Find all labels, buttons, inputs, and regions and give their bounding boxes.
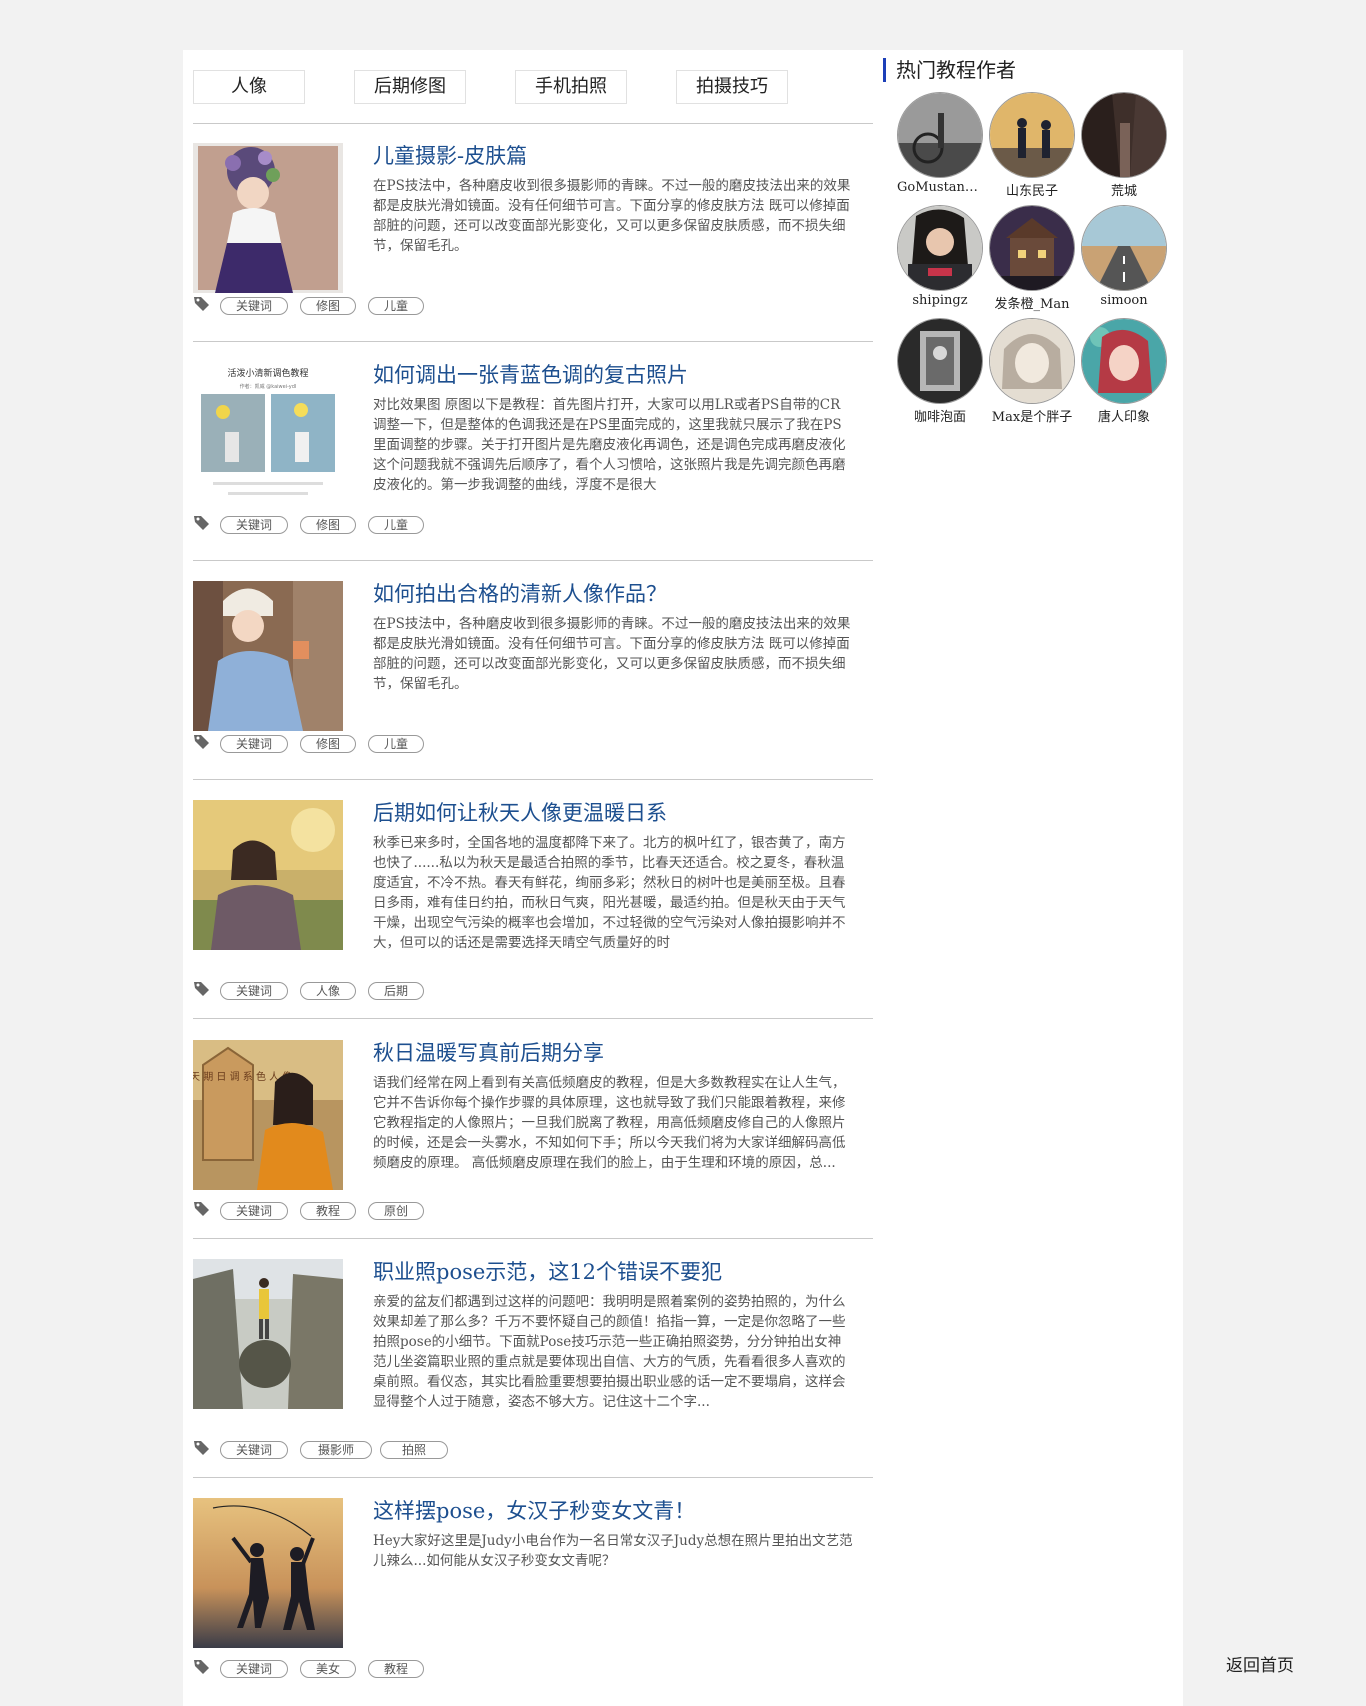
author-name: 发条橙_Man <box>994 297 1070 312</box>
author-avatar <box>989 318 1075 404</box>
article-summary: 在PS技法中，各种磨皮收到很多摄影师的青睐。不过一般的磨皮技法出来的效果都是皮肤… <box>373 616 851 692</box>
content-page: 人像 后期修图 手机拍照 拍摄技巧 儿童摄影-皮肤篇 在PS技法中，各种磨皮收到… <box>183 50 1183 1706</box>
tab-post-editing[interactable]: 后期修图 <box>354 70 466 104</box>
article-thumbnail[interactable]: 秋 后 天 期 日 调 系 色 人 像 <box>193 1040 343 1190</box>
tag[interactable]: 关键词 <box>220 297 288 315</box>
tag[interactable]: 儿童 <box>368 516 424 534</box>
author-avatar <box>897 92 983 178</box>
sidebar-title: 热门教程作者 <box>883 58 1016 82</box>
tag[interactable]: 摄影师 <box>300 1441 372 1459</box>
tag-icon <box>194 982 209 996</box>
article-summary: 秋季已来多时，全国各地的温度都降下来了。北方的枫叶红了，银杏黄了，南方也快了..… <box>373 835 846 951</box>
tag[interactable]: 美女 <box>300 1660 356 1678</box>
tag-icon <box>194 1441 209 1455</box>
author-avatar <box>897 318 983 404</box>
tag-icon <box>194 297 209 311</box>
tag[interactable]: 教程 <box>368 1660 424 1678</box>
tag[interactable]: 原创 <box>368 1202 424 1220</box>
author-card[interactable]: 发条橙_Man <box>986 205 1078 312</box>
author-avatar <box>989 92 1075 178</box>
article-summary: 在PS技法中，各种磨皮收到很多摄影师的青睐。不过一般的磨皮技法出来的效果都是皮肤… <box>373 178 851 254</box>
author-card[interactable]: 荒城 <box>1078 92 1170 199</box>
author-card[interactable]: 山东民子 <box>986 92 1078 199</box>
article-title[interactable]: 职业照pose示范，这12个错误不要犯 <box>373 1259 853 1285</box>
tag-icon <box>194 1660 209 1674</box>
article-summary: 对比效果图 原图以下是教程：首先图片打开，大家可以用LR或者PS自带的CR调整一… <box>373 397 846 493</box>
author-name: 山东民子 <box>1005 184 1058 199</box>
article-thumbnail[interactable] <box>193 1498 343 1648</box>
article-title[interactable]: 如何调出一张青蓝色调的复古照片 <box>373 362 853 388</box>
divider <box>193 1238 873 1239</box>
tag[interactable]: 后期 <box>368 982 424 1000</box>
tag-icon <box>194 735 209 749</box>
article-thumbnail[interactable] <box>193 1259 343 1409</box>
article-thumbnail[interactable] <box>193 800 343 950</box>
tag[interactable]: 修图 <box>300 735 356 753</box>
author-avatar <box>1081 205 1167 291</box>
author-card[interactable]: Max是个胖子 <box>986 318 1078 425</box>
article-title[interactable]: 后期如何让秋天人像更温暖日系 <box>373 800 853 826</box>
article-title[interactable]: 秋日温暖写真前后期分享 <box>373 1040 853 1066</box>
author-name: shipingz <box>912 293 968 308</box>
author-name: GoMustang… <box>897 180 983 195</box>
article-summary: Hey大家好这里是Judy小电台作为一名日常女汉子Judy总想在照片里拍出文艺范… <box>373 1533 853 1569</box>
tag[interactable]: 关键词 <box>220 1202 288 1220</box>
tag[interactable]: 关键词 <box>220 1660 288 1678</box>
author-avatar <box>989 205 1075 291</box>
author-name: 唐人印象 <box>1097 410 1150 425</box>
thumb-caption: 作者：凯威 @kaiwei-ydl <box>240 383 297 390</box>
tag[interactable]: 关键词 <box>220 735 288 753</box>
author-card[interactable]: 唐人印象 <box>1078 318 1170 425</box>
author-card[interactable]: shipingz <box>894 205 986 308</box>
author-card[interactable]: GoMustang… <box>894 92 986 195</box>
tab-shooting-skills[interactable]: 拍摄技巧 <box>676 70 788 104</box>
author-card[interactable]: simoon <box>1078 205 1170 308</box>
tag[interactable]: 教程 <box>300 1202 356 1220</box>
article-summary: 亲爱的盆友们都遇到过这样的问题吧：我明明是照着案例的姿势拍照的，为什么效果却差了… <box>373 1294 846 1410</box>
article-title[interactable]: 这样摆pose，女汉子秒变女文青！ <box>373 1498 853 1524</box>
article-summary: 语我们经常在网上看到有关高低频磨皮的教程，但是大多数教程实在让人生气，它并不告诉… <box>373 1075 846 1171</box>
divider <box>193 123 873 124</box>
author-avatar <box>897 205 983 291</box>
tab-mobile-photo[interactable]: 手机拍照 <box>515 70 627 104</box>
back-home-link[interactable]: 返回首页 <box>1226 1651 1294 1676</box>
tag[interactable]: 拍照 <box>380 1441 448 1459</box>
divider <box>193 341 873 342</box>
tag[interactable]: 修图 <box>300 297 356 315</box>
author-name: 咖啡泡面 <box>913 410 966 425</box>
thumb-caption: 活泼小清新调色教程 <box>227 367 308 379</box>
tag[interactable]: 儿童 <box>368 735 424 753</box>
article-title[interactable]: 如何拍出合格的清新人像作品？ <box>373 581 853 607</box>
article-thumbnail[interactable]: 活泼小清新调色教程 作者：凯威 @kaiwei-ydl <box>193 362 343 512</box>
tab-portrait[interactable]: 人像 <box>193 70 305 104</box>
author-name: simoon <box>1100 293 1148 308</box>
tag[interactable]: 人像 <box>300 982 356 1000</box>
tag[interactable]: 关键词 <box>220 1441 288 1459</box>
article-thumbnail[interactable] <box>193 143 343 293</box>
author-name: Max是个胖子 <box>991 410 1073 425</box>
tag[interactable]: 儿童 <box>368 297 424 315</box>
tag[interactable]: 修图 <box>300 516 356 534</box>
tag-icon <box>194 1202 209 1216</box>
article-title[interactable]: 儿童摄影-皮肤篇 <box>373 143 853 169</box>
author-avatar <box>1081 92 1167 178</box>
tag-icon <box>194 516 209 530</box>
divider <box>193 1477 873 1478</box>
tag[interactable]: 关键词 <box>220 516 288 534</box>
tag[interactable]: 关键词 <box>220 982 288 1000</box>
divider <box>193 779 873 780</box>
author-name: 荒城 <box>1110 184 1137 199</box>
article-thumbnail[interactable] <box>193 581 343 731</box>
author-card[interactable]: 咖啡泡面 <box>894 318 986 425</box>
author-avatar <box>1081 318 1167 404</box>
divider <box>193 1018 873 1019</box>
divider <box>193 560 873 561</box>
